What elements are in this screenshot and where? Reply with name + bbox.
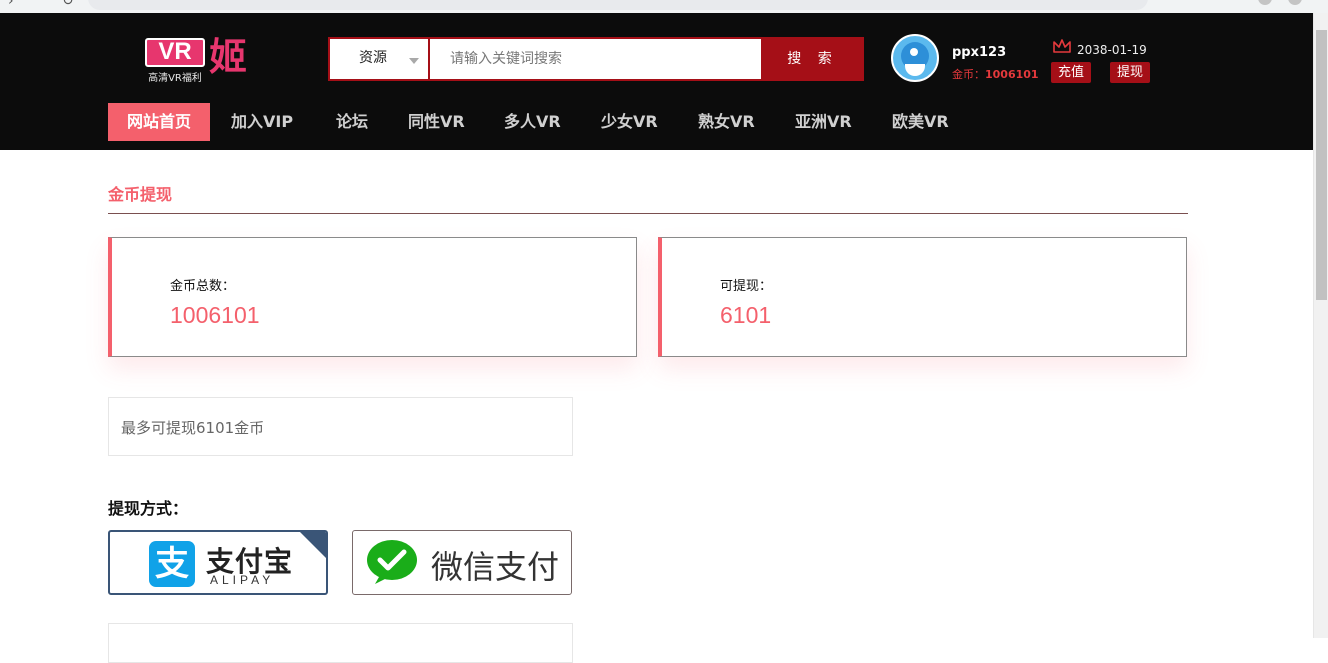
nav-item-group-vr[interactable]: 多人VR bbox=[504, 103, 561, 141]
forward-icon[interactable]: › bbox=[8, 0, 14, 8]
title-divider bbox=[108, 213, 1188, 214]
nav-item-gay-vr[interactable]: 同性VR bbox=[408, 103, 465, 141]
nav-item-join-vip[interactable]: 加入VIP bbox=[231, 103, 293, 141]
page-title: 金币提现 bbox=[108, 185, 173, 204]
search-category-value: 资源 bbox=[359, 50, 387, 66]
logo-char: 姬 bbox=[209, 35, 248, 79]
withdrawable-label: 可提现： bbox=[720, 279, 773, 294]
search-category-select[interactable]: 资源 bbox=[330, 39, 430, 79]
scrollbar-thumb[interactable] bbox=[1316, 30, 1327, 300]
total-coins-label: 金币总数： bbox=[170, 279, 236, 294]
alipay-icon: 支 bbox=[149, 541, 195, 587]
wechat-pay-option[interactable]: 微信支付 bbox=[352, 530, 572, 595]
total-coins-value: 1006101 bbox=[170, 302, 260, 328]
site-logo[interactable]: VR 姬 高清VR福利 bbox=[143, 35, 258, 86]
profile-icon[interactable] bbox=[1288, 0, 1302, 5]
page-scrollbar[interactable] bbox=[1313, 13, 1328, 638]
search-button[interactable]: 搜 索 bbox=[761, 37, 864, 81]
browser-extension-icons bbox=[1258, 0, 1318, 7]
coin-balance-value: 1006101 bbox=[985, 68, 1039, 81]
search-bar: 资源 搜 索 bbox=[328, 37, 864, 81]
logo-tagline: 高清VR福利 bbox=[148, 73, 202, 84]
browser-toolbar: › ↻ bbox=[0, 0, 1328, 13]
avatar-eye bbox=[910, 48, 918, 56]
wechat-pay-name: 微信支付 bbox=[431, 548, 560, 586]
reload-icon[interactable]: ↻ bbox=[62, 0, 74, 8]
search-input[interactable] bbox=[432, 39, 762, 79]
address-bar[interactable] bbox=[88, 0, 1148, 10]
nav-item-asia-vr[interactable]: 亚洲VR bbox=[795, 103, 852, 141]
logo-badge: VR bbox=[145, 38, 205, 67]
nav-item-girl-vr[interactable]: 少女VR bbox=[601, 103, 658, 141]
withdraw-method-label: 提现方式： bbox=[108, 499, 189, 518]
selected-corner-mark bbox=[298, 532, 326, 560]
site-header: VR 姬 高清VR福利 资源 搜 索 ppx123 金币：1006101 203… bbox=[0, 13, 1313, 150]
alipay-option[interactable]: 支 支付宝 ALIPAY bbox=[108, 530, 328, 595]
avatar[interactable] bbox=[891, 34, 939, 82]
coin-balance-label: 金币： bbox=[952, 68, 985, 81]
avatar-mouth bbox=[905, 64, 925, 76]
wechat-pay-icon bbox=[367, 540, 417, 584]
withdraw-button[interactable]: 提现 bbox=[1110, 62, 1151, 83]
nav-item-forum[interactable]: 论坛 bbox=[336, 103, 368, 141]
coin-balance: 金币：1006101 bbox=[952, 66, 1039, 82]
caret-down-icon bbox=[409, 58, 419, 64]
withdraw-limit-notice: 最多可提现6101金币 bbox=[108, 397, 573, 456]
withdrawable-value: 6101 bbox=[720, 302, 772, 328]
withdraw-amount-box bbox=[108, 623, 573, 663]
username[interactable]: ppx123 bbox=[952, 45, 1006, 60]
extension-icon[interactable] bbox=[1258, 0, 1272, 5]
alipay-name-en: ALIPAY bbox=[210, 573, 275, 587]
total-coins-card: 金币总数： 1006101 bbox=[108, 237, 637, 357]
nav-item-home[interactable]: 网站首页 bbox=[108, 103, 211, 141]
nav-item-mature-vr[interactable]: 熟女VR bbox=[698, 103, 755, 141]
recharge-button[interactable]: 充值 bbox=[1051, 62, 1092, 83]
vip-expire-date: 2038-01-19 bbox=[1077, 43, 1147, 57]
withdrawable-card: 可提现： 6101 bbox=[658, 237, 1187, 357]
nav-item-euro-vr[interactable]: 欧美VR bbox=[892, 103, 949, 141]
crown-icon bbox=[1053, 39, 1071, 53]
